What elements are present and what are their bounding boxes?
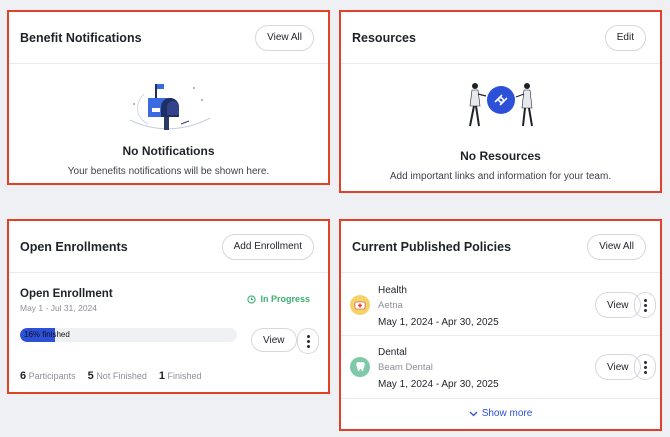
stat-not-finished: 5 Not Finished bbox=[87, 370, 147, 382]
progress-bar: 16% finished bbox=[20, 328, 237, 342]
empty-state: No Notifications Your benefits notificat… bbox=[9, 64, 328, 177]
view-all-policies-button[interactable]: View All bbox=[587, 233, 646, 260]
show-more-link[interactable]: Show more bbox=[341, 408, 660, 419]
card-title: Current Published Policies bbox=[352, 239, 512, 254]
empty-title: No Notifications bbox=[122, 144, 215, 158]
card-title: Open Enrollments bbox=[20, 239, 128, 254]
more-options-icon[interactable] bbox=[634, 292, 656, 318]
card-header: Resources Edit bbox=[341, 12, 660, 64]
add-enrollment-button[interactable]: Add Enrollment bbox=[221, 233, 314, 260]
card-header: Current Published Policies View All bbox=[341, 221, 660, 273]
people-link-illustration-icon bbox=[468, 83, 533, 127]
policy-row-dental[interactable]: Dental Beam Dental May 1, 2024 - Apr 30,… bbox=[341, 336, 660, 399]
progress-label: 16% finished bbox=[24, 330, 70, 339]
card-header: Open Enrollments Add Enrollment bbox=[9, 221, 328, 273]
policy-name: Dental bbox=[378, 347, 407, 358]
current-policies-card: Current Published Policies View All Heal… bbox=[339, 219, 662, 431]
enrollment-item: Open Enrollment May 1 - Jul 31, 2024 In … bbox=[9, 273, 328, 392]
policy-carrier: Aetna bbox=[378, 300, 403, 311]
view-all-button[interactable]: View All bbox=[255, 24, 314, 51]
benefit-notifications-card: Benefit Notifications View All No Notifi… bbox=[7, 10, 330, 185]
tooth-icon bbox=[350, 357, 370, 377]
clock-icon bbox=[247, 294, 257, 304]
policy-row-health[interactable]: Health Aetna May 1, 2024 - Apr 30, 2025 … bbox=[341, 273, 660, 336]
enrollment-title: Open Enrollment bbox=[20, 288, 113, 300]
empty-title: No Resources bbox=[460, 149, 541, 163]
empty-description: Your benefits notifications will be show… bbox=[67, 166, 270, 177]
edit-button[interactable]: Edit bbox=[604, 24, 646, 51]
policy-dates: May 1, 2024 - Apr 30, 2025 bbox=[378, 317, 499, 328]
status-badge: In Progress bbox=[247, 294, 310, 304]
stat-participants: 6 Participants bbox=[20, 370, 76, 382]
more-options-icon[interactable] bbox=[297, 328, 319, 354]
policy-carrier: Beam Dental bbox=[378, 362, 433, 373]
view-enrollment-button[interactable]: View bbox=[251, 328, 297, 352]
empty-description: Add important links and information for … bbox=[389, 171, 612, 182]
enrollment-dates: May 1 - Jul 31, 2024 bbox=[20, 303, 98, 313]
empty-state: No Resources Add important links and inf… bbox=[341, 64, 660, 182]
card-title: Benefit Notifications bbox=[20, 30, 142, 45]
enrollment-stats: 6 Participants 5 Not Finished 1 Finished bbox=[20, 370, 202, 382]
stat-finished: 1 Finished bbox=[158, 370, 202, 382]
card-header: Benefit Notifications View All bbox=[9, 12, 328, 64]
chevron-down-icon bbox=[469, 411, 478, 416]
health-kit-icon bbox=[350, 295, 370, 315]
mailbox-illustration-icon bbox=[129, 84, 210, 130]
more-options-icon[interactable] bbox=[634, 354, 656, 380]
policy-name: Health bbox=[378, 285, 407, 296]
status-label: In Progress bbox=[260, 294, 310, 304]
resources-card: Resources Edit No Resources Add importan… bbox=[339, 10, 662, 193]
open-enrollments-card: Open Enrollments Add Enrollment Open Enr… bbox=[7, 219, 330, 394]
policy-dates: May 1, 2024 - Apr 30, 2025 bbox=[378, 379, 499, 390]
card-title: Resources bbox=[352, 30, 416, 45]
